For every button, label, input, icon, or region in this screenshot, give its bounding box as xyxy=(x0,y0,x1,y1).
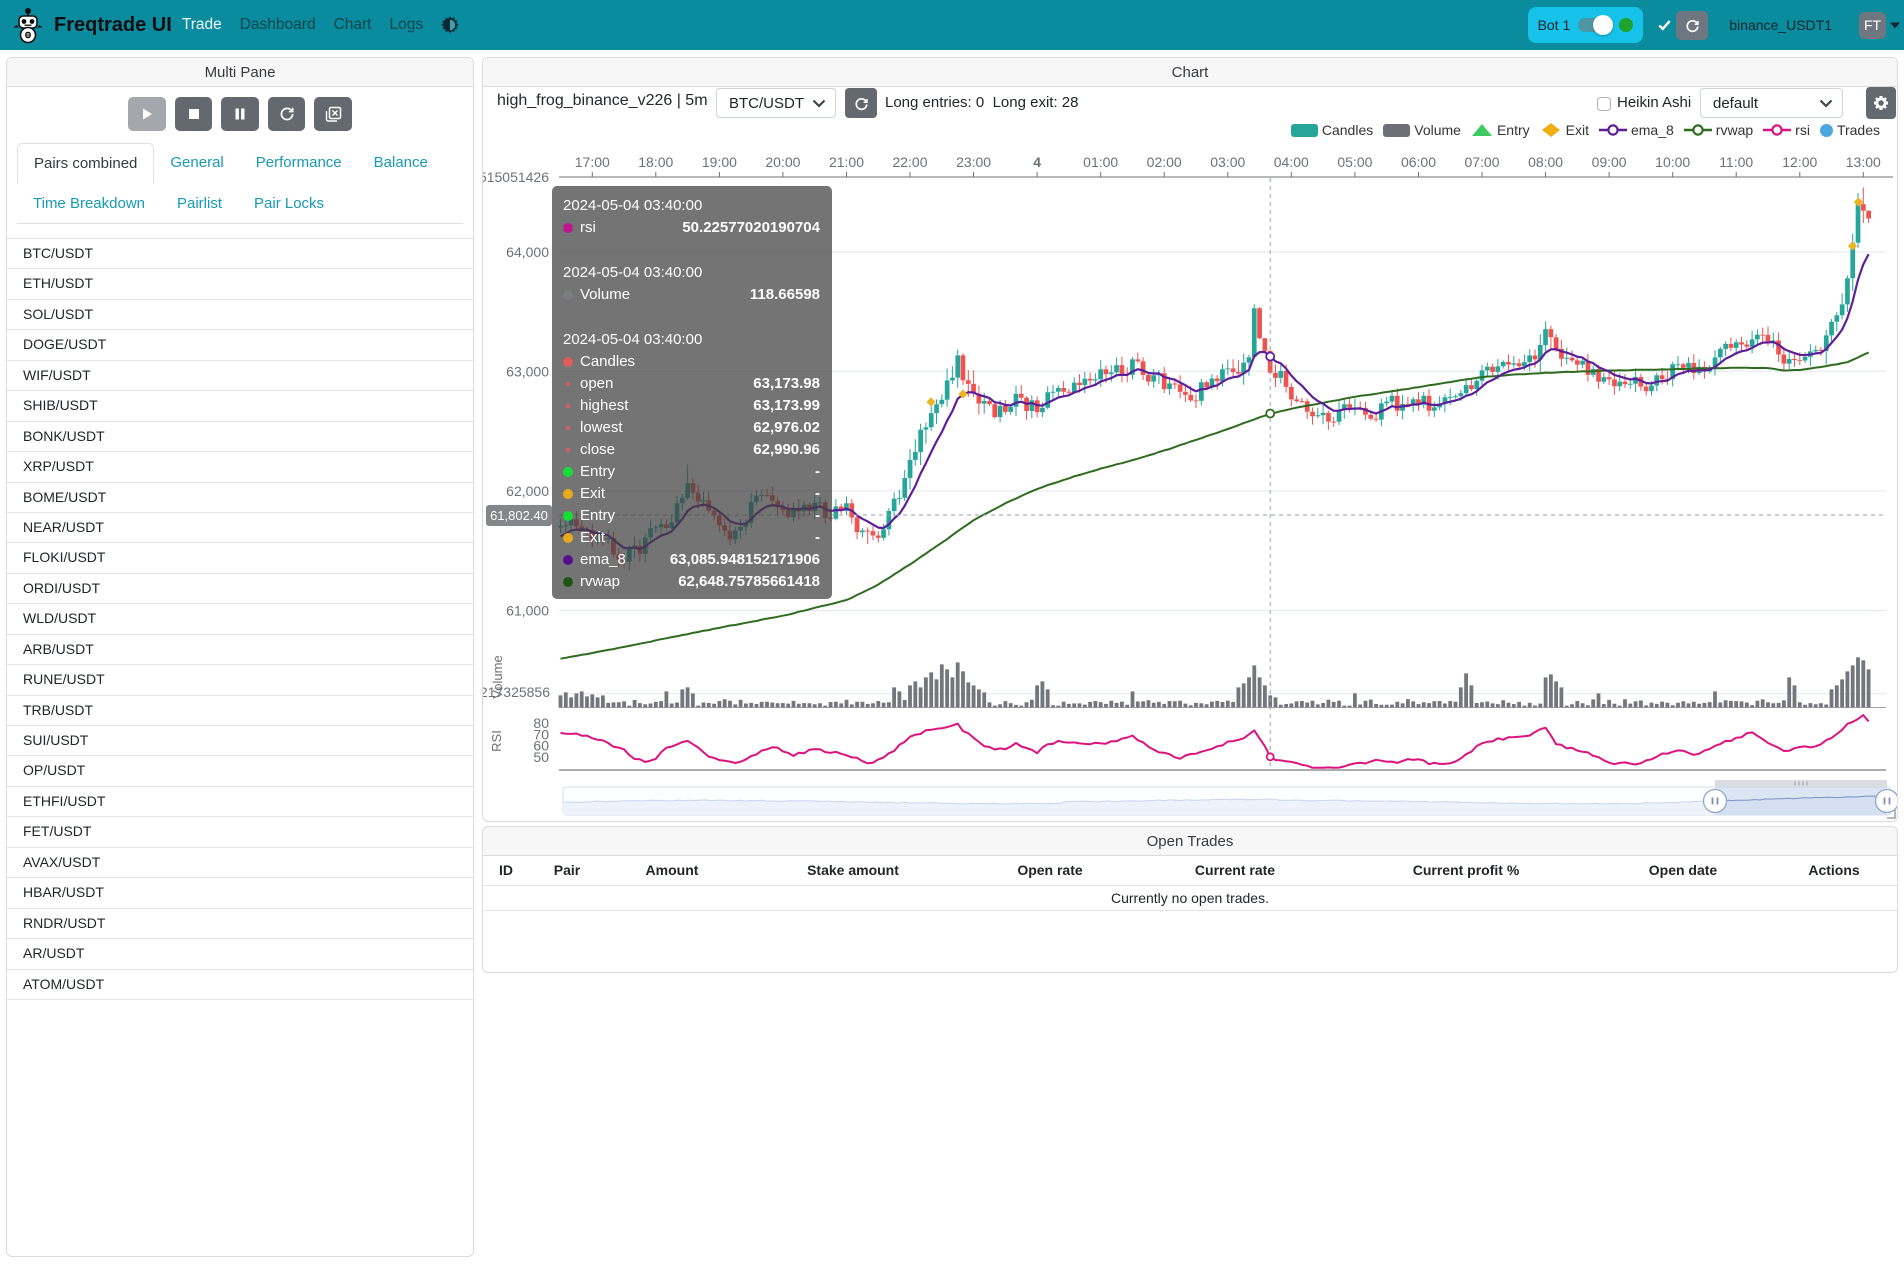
svg-text:64,000: 64,000 xyxy=(506,244,549,260)
svg-text:22:00: 22:00 xyxy=(892,154,927,170)
svg-text:12:00: 12:00 xyxy=(1782,154,1817,170)
svg-text:63,000: 63,000 xyxy=(506,363,549,379)
svg-text:01:00: 01:00 xyxy=(1083,154,1118,170)
svg-text:13:00: 13:00 xyxy=(1846,154,1881,170)
svg-text:RSI: RSI xyxy=(489,730,504,752)
svg-text:03:00: 03:00 xyxy=(1210,154,1245,170)
svg-text:09:00: 09:00 xyxy=(1592,154,1627,170)
svg-text:04:00: 04:00 xyxy=(1274,154,1309,170)
svg-text:07:00: 07:00 xyxy=(1464,154,1499,170)
svg-text:61,000: 61,000 xyxy=(506,603,549,619)
svg-text:50: 50 xyxy=(533,749,549,765)
svg-text:23:00: 23:00 xyxy=(956,154,991,170)
svg-text:06:00: 06:00 xyxy=(1401,154,1436,170)
svg-text:62,000: 62,000 xyxy=(506,483,549,499)
svg-text:18:00: 18:00 xyxy=(638,154,673,170)
svg-text:21:00: 21:00 xyxy=(829,154,864,170)
svg-text:4: 4 xyxy=(1033,154,1041,170)
svg-text:17:00: 17:00 xyxy=(575,154,610,170)
svg-text:10:00: 10:00 xyxy=(1655,154,1690,170)
svg-text:515051426: 515051426 xyxy=(483,169,549,185)
svg-text:08:00: 08:00 xyxy=(1528,154,1563,170)
svg-text:02:00: 02:00 xyxy=(1147,154,1182,170)
svg-text:20:00: 20:00 xyxy=(765,154,800,170)
svg-text:19:00: 19:00 xyxy=(702,154,737,170)
svg-text:11:00: 11:00 xyxy=(1719,154,1753,170)
svg-text:05:00: 05:00 xyxy=(1337,154,1372,170)
svg-text:Volume: Volume xyxy=(490,655,505,698)
